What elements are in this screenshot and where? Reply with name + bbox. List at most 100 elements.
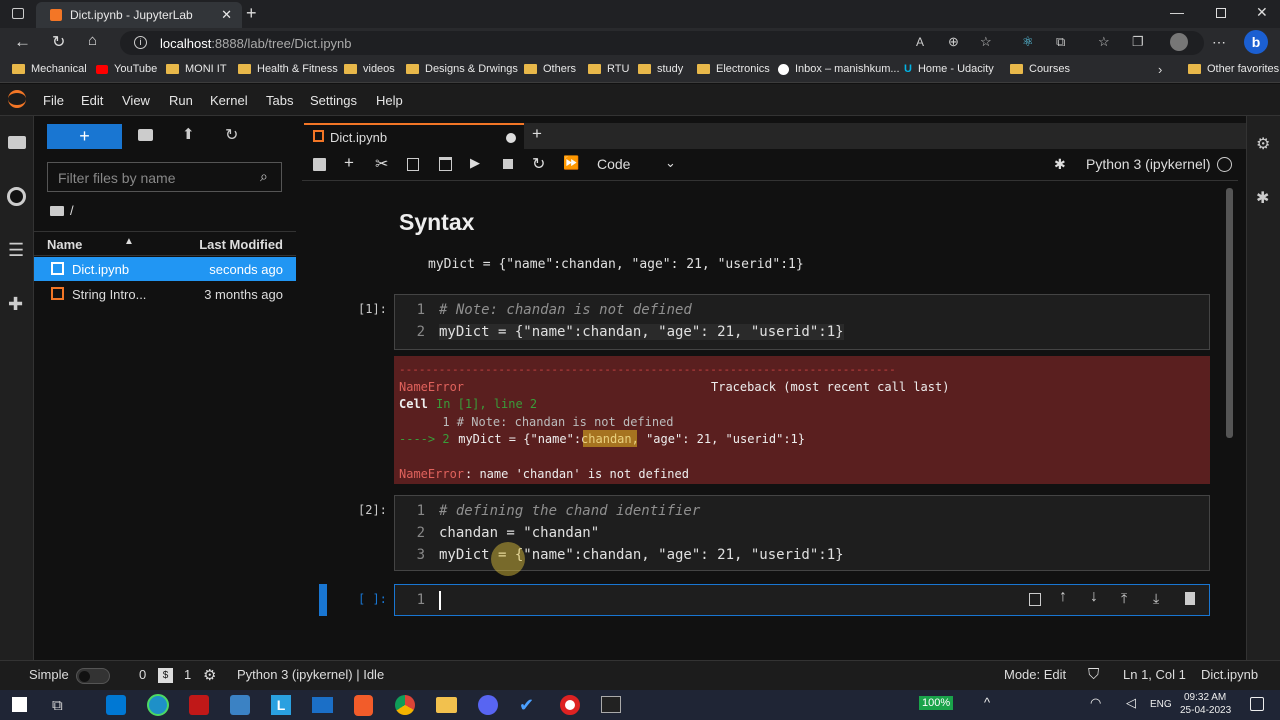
clock-date[interactable]: 25-04-2023: [1180, 705, 1231, 716]
new-folder-icon[interactable]: [138, 129, 153, 141]
terminal-app-icon[interactable]: [601, 696, 621, 713]
code-cell[interactable]: 1 2 # Note: chandan is not defined myDic…: [394, 294, 1210, 350]
todo-icon[interactable]: ✔: [519, 695, 534, 716]
brave-icon[interactable]: [354, 695, 373, 716]
bookmark-item[interactable]: Health & Fitness: [238, 63, 338, 75]
column-last-modified[interactable]: Last Modified: [199, 237, 283, 252]
read-aloud-icon[interactable]: A: [916, 35, 924, 49]
react-extension-icon[interactable]: ⚛: [1022, 34, 1034, 50]
save-icon[interactable]: [313, 158, 326, 171]
terminal-icon[interactable]: $: [158, 668, 173, 683]
bookmark-item[interactable]: MONI IT: [166, 63, 227, 75]
clock-time[interactable]: 09:32 AM: [1184, 692, 1226, 703]
menu-edit[interactable]: Edit: [81, 93, 103, 108]
paste-icon[interactable]: [439, 157, 452, 171]
kernel-gear-icon[interactable]: ⚙: [203, 666, 216, 684]
bookmark-item[interactable]: U Home - Udacity: [904, 63, 994, 75]
property-inspector-icon[interactable]: ⚙: [1256, 134, 1270, 154]
extensions-icon[interactable]: ✚: [8, 294, 23, 315]
cursor-position[interactable]: Ln 1, Col 1: [1123, 667, 1186, 682]
back-icon[interactable]: ←: [14, 32, 31, 52]
browser-tab[interactable]: Dict.ipynb - JupyterLab ✕: [36, 2, 242, 28]
bookmark-item[interactable]: RTU: [588, 63, 629, 75]
file-row[interactable]: Dict.ipynb seconds ago: [34, 257, 296, 281]
insert-below-icon[interactable]: ⤓: [1153, 590, 1159, 607]
discord-icon[interactable]: [478, 695, 498, 715]
bookmark-item[interactable]: videos: [344, 63, 395, 75]
edge-icon[interactable]: [147, 694, 169, 716]
chevron-right-icon[interactable]: ›: [1158, 62, 1162, 77]
refresh-icon[interactable]: ↻: [52, 32, 65, 52]
bookmark-item[interactable]: Mechanical: [12, 63, 87, 75]
code-cell[interactable]: 1 2 3 # defining the chand identifier ch…: [394, 495, 1210, 576]
file-row[interactable]: String Intro... 3 months ago: [34, 282, 296, 306]
new-tab-icon[interactable]: +: [246, 3, 257, 24]
insert-cell-icon[interactable]: +: [344, 153, 354, 173]
language-indicator[interactable]: ENG: [1150, 699, 1172, 710]
url-field[interactable]: i localhost:8888/lab/tree/Dict.ipynb A ⊕…: [120, 31, 1204, 55]
record-icon[interactable]: [560, 695, 580, 715]
extensions-icon[interactable]: ⧉: [1056, 34, 1065, 50]
task-view-icon[interactable]: ⧉: [52, 697, 63, 714]
profile-avatar[interactable]: [1170, 33, 1188, 51]
cell-type-select[interactable]: Code: [597, 156, 630, 172]
restart-icon[interactable]: ↻: [532, 154, 545, 174]
filter-input[interactable]: Filter files by name ⌕: [47, 162, 282, 192]
bookmark-item[interactable]: study: [638, 63, 683, 75]
delete-cell-icon[interactable]: [1185, 592, 1195, 605]
upload-icon[interactable]: ⬆: [182, 125, 195, 143]
notebook-tab[interactable]: Dict.ipynb: [304, 123, 524, 149]
bookmark-item[interactable]: Electronics: [697, 63, 770, 75]
wifi-icon[interactable]: ◠: [1090, 695, 1101, 711]
menu-file[interactable]: File: [43, 93, 64, 108]
bookmark-item[interactable]: Designs & Drwings: [406, 63, 518, 75]
stop-icon[interactable]: [503, 159, 513, 169]
notification-icon[interactable]: [1250, 697, 1264, 711]
battery-indicator[interactable]: 100%: [919, 696, 954, 710]
cell-location[interactable]: In [1], line 2: [436, 397, 537, 411]
maximize-icon[interactable]: [1216, 8, 1226, 18]
tray-chevron-icon[interactable]: ^: [984, 695, 990, 710]
bookmark-item[interactable]: Others: [524, 63, 576, 75]
kernel-status[interactable]: Python 3 (ipykernel) | Idle: [237, 667, 384, 682]
breadcrumb-folder-icon[interactable]: [50, 206, 64, 216]
menu-tabs[interactable]: Tabs: [266, 93, 293, 108]
file-explorer-icon[interactable]: [436, 697, 457, 713]
debugger-icon[interactable]: ✱: [1256, 188, 1269, 208]
insert-above-icon[interactable]: ⤒: [1121, 590, 1127, 607]
menu-help[interactable]: Help: [376, 93, 403, 108]
menu-settings[interactable]: Settings: [310, 93, 357, 108]
new-tab-icon[interactable]: +: [532, 124, 542, 144]
restart-run-all-icon[interactable]: ⏩: [563, 155, 579, 171]
folder-icon[interactable]: [8, 136, 26, 149]
running-icon[interactable]: [7, 187, 26, 206]
cut-icon[interactable]: ✂: [375, 154, 388, 174]
scrollbar[interactable]: [1226, 188, 1233, 438]
bookmark-item[interactable]: Inbox – manishkum...: [778, 63, 900, 75]
favorite-star-icon[interactable]: ☆: [980, 34, 992, 50]
vscode-icon[interactable]: [106, 695, 126, 715]
store-icon[interactable]: [230, 695, 250, 715]
other-favorites[interactable]: Other favorites: [1188, 63, 1279, 75]
bug-icon[interactable]: ✱: [1054, 156, 1066, 173]
favorites-icon[interactable]: ☆: [1098, 34, 1110, 50]
minimize-icon[interactable]: —: [1170, 4, 1184, 20]
menu-view[interactable]: View: [122, 93, 150, 108]
bookmark-item[interactable]: Courses: [1010, 63, 1070, 75]
collections-icon[interactable]: ❐: [1132, 34, 1144, 50]
close-tab-icon[interactable]: ✕: [221, 7, 232, 23]
unsaved-dot-icon[interactable]: [506, 133, 516, 143]
mail-icon[interactable]: [312, 697, 333, 713]
menu-kernel[interactable]: Kernel: [210, 93, 248, 108]
breadcrumb-path[interactable]: /: [70, 203, 74, 218]
code-cell-active[interactable]: 1 ↑ ↓ ⤒ ⤓: [394, 584, 1210, 616]
new-launcher-button[interactable]: +: [47, 124, 122, 149]
bookmark-item[interactable]: YouTube: [96, 63, 157, 75]
toc-icon[interactable]: ☰: [8, 240, 24, 261]
kernel-name[interactable]: Python 3 (ipykernel): [1086, 156, 1211, 172]
move-up-icon[interactable]: ↑: [1059, 588, 1067, 606]
volume-icon[interactable]: ◁: [1126, 695, 1136, 711]
column-name[interactable]: Name: [47, 237, 82, 252]
home-icon[interactable]: ⌂: [88, 32, 97, 49]
windows-start-icon[interactable]: [12, 697, 27, 712]
